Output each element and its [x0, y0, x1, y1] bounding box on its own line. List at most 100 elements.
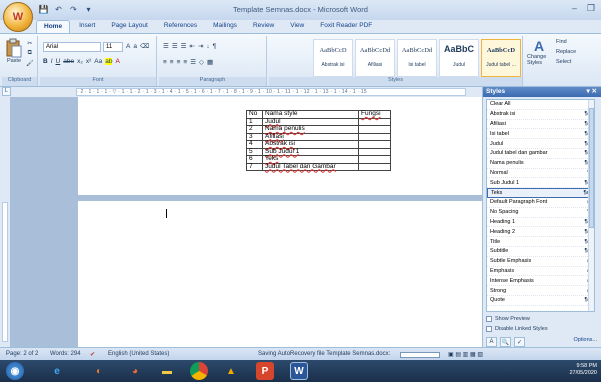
shading-button[interactable]: ◇: [199, 58, 204, 66]
align-left-button[interactable]: ≡: [163, 59, 167, 66]
font-name-combo[interactable]: Arial: [43, 42, 101, 52]
row-name[interactable]: Abstrak isi: [262, 140, 359, 149]
minimize-button[interactable]: –: [572, 3, 577, 14]
new-style-icon[interactable]: A: [486, 337, 497, 347]
show-preview-checkbox[interactable]: Show Preview: [486, 316, 530, 322]
borders-button[interactable]: ▦: [207, 58, 213, 66]
change-styles-button[interactable]: A Change Styles: [527, 38, 551, 66]
superscript-button[interactable]: x²: [86, 58, 91, 65]
style-list-scrollbar[interactable]: [588, 100, 594, 311]
style-list-item[interactable]: Heading 2¶a: [487, 227, 594, 238]
style-list-item[interactable]: Nama penulis¶a: [487, 159, 594, 169]
vertical-ruler[interactable]: [2, 202, 8, 342]
row-name[interactable]: Judul Tabel dan Gambar: [262, 162, 359, 171]
internet-explorer-icon[interactable]: e: [48, 362, 66, 380]
multilevel-list-button[interactable]: ☰: [181, 42, 187, 50]
style-list-item[interactable]: Normal¶: [487, 169, 594, 179]
numbering-button[interactable]: ☰: [172, 42, 178, 50]
copy-icon[interactable]: ⧉: [28, 50, 32, 57]
style-inspector-icon[interactable]: 🔍: [500, 337, 511, 347]
highlight-button[interactable]: ab: [105, 58, 113, 65]
style-list-item[interactable]: Default Paragraph Fonta: [487, 198, 594, 208]
view-buttons[interactable]: ▣ ▤ ▥ ▦ ▧: [448, 351, 483, 358]
style-list-item[interactable]: Abstrak isi¶a: [487, 110, 594, 120]
shrink-font-icon[interactable]: a: [133, 43, 137, 50]
row-name[interactable]: Teks: [262, 155, 359, 164]
select-button[interactable]: Select: [556, 59, 571, 65]
tab-insert[interactable]: Insert: [72, 20, 102, 33]
style-list-item[interactable]: Heading 1¶a: [487, 218, 594, 228]
style-list-item[interactable]: Subtle Emphasisa: [487, 257, 594, 267]
increase-indent-button[interactable]: ⇥: [198, 42, 203, 50]
office-button[interactable]: W: [3, 2, 33, 32]
clock-date[interactable]: 27/05/2020: [569, 370, 597, 377]
page-1[interactable]: No Nama style Fungsi 1 Judul 2 Nama penu…: [78, 97, 482, 195]
restore-button[interactable]: ❐: [587, 3, 595, 14]
row-name[interactable]: Nama penulis: [262, 125, 359, 134]
replace-button[interactable]: Replace: [556, 49, 576, 55]
style-list-item[interactable]: Judul tabel dan gambar¶a: [487, 149, 594, 159]
style-list-item[interactable]: Intense Emphasisa: [487, 276, 594, 287]
page-2[interactable]: [78, 201, 482, 347]
style-list-item[interactable]: Quote¶a: [487, 296, 594, 306]
style-list-item[interactable]: Teks ¶a: [487, 188, 594, 198]
powerpoint-icon[interactable]: P: [256, 362, 274, 380]
style-list-item[interactable]: Judul¶a: [487, 139, 594, 149]
subscript-button[interactable]: x₂: [77, 58, 83, 65]
tab-page-layout[interactable]: Page Layout: [104, 20, 155, 33]
change-case-button[interactable]: Aa: [94, 58, 102, 65]
bullets-button[interactable]: ☰: [163, 42, 169, 50]
style-list[interactable]: Clear All Abstrak isi¶aAfiliasi¶aIsi tabe…: [486, 99, 595, 312]
start-button-icon[interactable]: ◉: [6, 362, 24, 380]
status-words[interactable]: Words: 294: [50, 351, 81, 357]
disable-linked-checkbox[interactable]: Disable Linked Styles: [486, 326, 548, 332]
style-tile-abstrak-isi[interactable]: AaBbCcD Abstrak isi: [313, 39, 353, 77]
tab-review[interactable]: Review: [246, 20, 281, 33]
header-func[interactable]: Fungsi: [358, 110, 391, 119]
cut-icon[interactable]: ✂: [27, 40, 32, 47]
styles-pane-close-icon[interactable]: ▾ ✕: [586, 87, 597, 97]
media-player-icon[interactable]: ◐: [90, 362, 108, 380]
style-list-item[interactable]: Title¶a: [487, 237, 594, 247]
row-func[interactable]: [358, 155, 391, 164]
format-painter-icon[interactable]: 🖌: [26, 60, 34, 67]
style-list-item[interactable]: Emphasisa: [487, 267, 594, 277]
italic-button[interactable]: I: [51, 58, 53, 65]
row-func[interactable]: [358, 162, 391, 171]
row-no[interactable]: 4: [246, 140, 263, 149]
row-no[interactable]: 6: [246, 155, 263, 164]
tab-home[interactable]: Home: [36, 20, 71, 33]
tab-view[interactable]: View: [283, 20, 311, 33]
row-func[interactable]: [358, 125, 391, 134]
header-name[interactable]: Nama style: [262, 110, 359, 119]
status-page[interactable]: Page: 2 of 2: [6, 351, 38, 357]
tab-selector-button[interactable]: L: [2, 87, 11, 96]
font-color-button[interactable]: A: [115, 58, 119, 65]
line-spacing-button[interactable]: ☰: [190, 58, 196, 66]
style-list-item[interactable]: No Spacing¶: [487, 208, 594, 218]
tab-references[interactable]: References: [157, 20, 204, 33]
row-func[interactable]: [358, 132, 391, 141]
row-no[interactable]: 2: [246, 125, 263, 134]
style-table[interactable]: No Nama style Fungsi 1 Judul 2 Nama penu…: [246, 110, 391, 171]
style-list-item[interactable]: Afiliasi¶a: [487, 120, 594, 130]
clear-formatting-icon[interactable]: ⌫: [140, 42, 149, 50]
show-hide-button[interactable]: ¶: [213, 43, 217, 50]
options-link[interactable]: Options...: [573, 337, 597, 343]
clock-time[interactable]: 9:58 PM: [569, 363, 597, 370]
style-tile-afiliasi[interactable]: AaBbCcDd Afiliasi: [355, 39, 395, 77]
proofing-icon[interactable]: ✔: [90, 351, 95, 358]
justify-button[interactable]: ≡: [183, 59, 187, 66]
header-no[interactable]: No: [246, 110, 263, 119]
tab-mailings[interactable]: Mailings: [206, 20, 244, 33]
vlc-icon[interactable]: ▲: [222, 362, 240, 380]
underline-button[interactable]: U: [56, 58, 61, 65]
status-language[interactable]: English (United States): [108, 351, 169, 357]
row-func[interactable]: [358, 147, 391, 156]
row-func[interactable]: [358, 140, 391, 149]
sort-button[interactable]: ↓: [206, 43, 209, 50]
grow-font-icon[interactable]: A: [126, 43, 130, 50]
row-func[interactable]: [358, 117, 391, 126]
manage-styles-icon[interactable]: ✓: [514, 337, 525, 347]
bold-button[interactable]: B: [43, 58, 48, 65]
